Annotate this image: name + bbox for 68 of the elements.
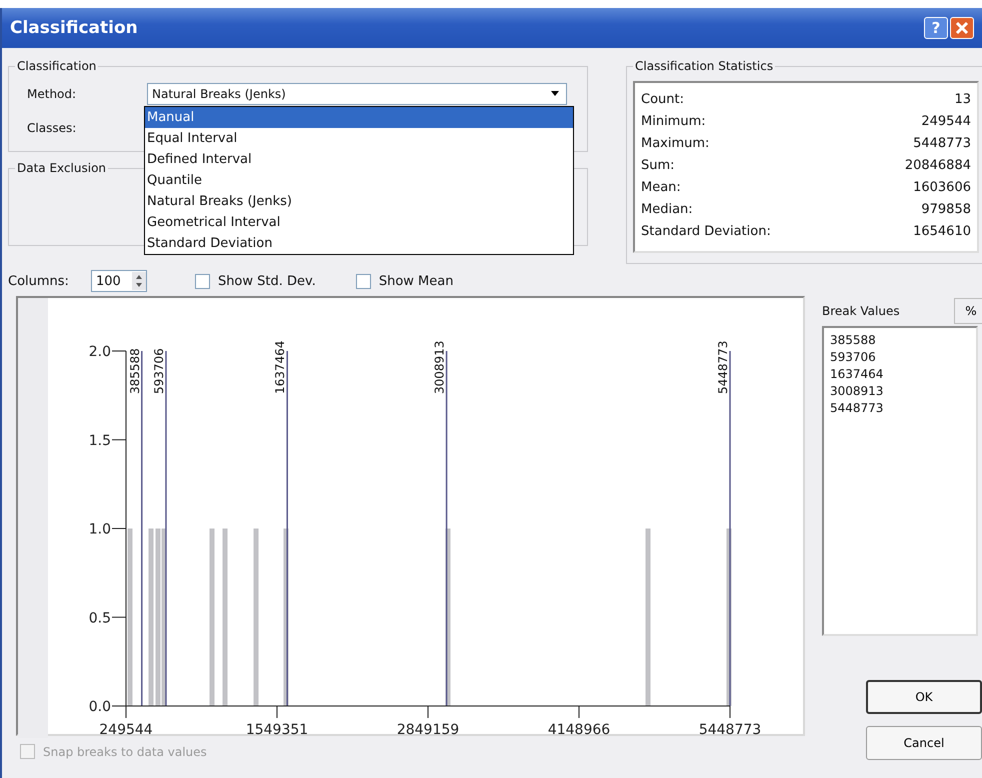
method-combobox[interactable]: Natural Breaks (Jenks) <box>147 83 567 105</box>
break-value[interactable]: 3008913 <box>830 383 970 400</box>
percent-button[interactable]: % <box>954 298 982 324</box>
dropdown-option[interactable]: Manual <box>145 107 573 128</box>
break-line[interactable] <box>141 351 143 706</box>
dropdown-option[interactable]: Equal Interval <box>145 128 573 149</box>
y-tick-label: 0.5 <box>88 610 111 626</box>
group-title: Classification <box>15 59 98 73</box>
statistic-value: 1603606 <box>913 179 971 197</box>
columns-label: Columns: <box>8 274 69 288</box>
method-label: Method: <box>26 87 78 101</box>
x-tick-label: 1549351 <box>246 722 308 738</box>
checkbox-square[interactable] <box>194 274 210 288</box>
statistic-value: 249544 <box>921 113 971 131</box>
option-checkbox[interactable]: Show Std. Dev. <box>194 274 316 288</box>
break-label: 385588 <box>128 348 142 394</box>
break-value[interactable]: 5448773 <box>830 400 970 417</box>
y-tick-label: 1.5 <box>88 432 111 449</box>
y-tick-label: 1.0 <box>88 522 111 538</box>
close-button[interactable] <box>950 17 974 39</box>
dropdown-option[interactable]: Quantile <box>145 170 573 191</box>
checkbox-square[interactable] <box>356 274 371 288</box>
x-tick-label: 2849159 <box>396 722 460 738</box>
ok-button[interactable]: OK <box>866 680 982 714</box>
statistic-value: 20846884 <box>904 157 971 175</box>
break-line[interactable] <box>165 351 167 706</box>
break-values-label: Break Values <box>822 304 900 318</box>
caret-icon <box>550 91 560 97</box>
y-tick-label: 0.0 <box>88 699 111 715</box>
close-icon <box>955 21 969 35</box>
x-tick-label: 5448773 <box>698 722 762 738</box>
break-label: 1637464 <box>273 340 288 394</box>
group-title: Classification Statistics <box>633 59 776 73</box>
x-tick-label: 4148966 <box>548 722 610 738</box>
break-label: 5448773 <box>716 340 730 394</box>
x-tick-label: 249544 <box>99 722 153 738</box>
break-line[interactable] <box>286 351 288 706</box>
dropdown-option[interactable]: Geometrical Interval <box>145 212 573 233</box>
statistic-label: Maximum: <box>641 135 710 153</box>
statistic-label: Mean: <box>641 179 681 197</box>
statistic-value: 1654610 <box>913 223 971 241</box>
break-label: 3008913 <box>432 340 447 394</box>
window-title: Classification <box>10 18 139 38</box>
dropdown-option[interactable]: Standard Deviation <box>145 233 573 254</box>
dropdown-option[interactable]: Natural Breaks (Jenks) <box>145 191 573 212</box>
statistic-label: Standard Deviation: <box>641 223 771 241</box>
statistic-label: Minimum: <box>641 113 706 131</box>
statistic-value: 5448773 <box>913 135 971 153</box>
statistic-value: 979858 <box>921 201 971 219</box>
statistic-label: Sum: <box>641 157 675 175</box>
spinner-arrows-icon <box>132 272 146 290</box>
break-line[interactable] <box>729 351 731 706</box>
statistic-value: 13 <box>954 91 971 109</box>
break-value[interactable]: 1637464 <box>830 366 970 383</box>
option-checkbox[interactable]: Show Mean <box>356 274 454 288</box>
cancel-button[interactable]: Cancel <box>866 726 982 760</box>
break-value[interactable]: 593706 <box>830 349 970 366</box>
classes-label: Classes: <box>26 121 78 135</box>
group-title: Data Exclusion <box>15 161 108 175</box>
statistic-label: Median: <box>641 201 693 219</box>
break-label: 593706 <box>152 348 166 394</box>
dropdown-option[interactable]: Defined Interval <box>145 149 573 170</box>
y-tick-label: 2.0 <box>88 344 111 360</box>
statistic-label: Count: <box>641 91 684 109</box>
break-line[interactable] <box>446 351 448 706</box>
break-values-list[interactable]: 385588 593706 1637464 3008913 5448773 <box>822 326 978 636</box>
break-value[interactable]: 385588 <box>830 332 970 349</box>
columns-spinner[interactable]: 100 <box>90 270 147 292</box>
